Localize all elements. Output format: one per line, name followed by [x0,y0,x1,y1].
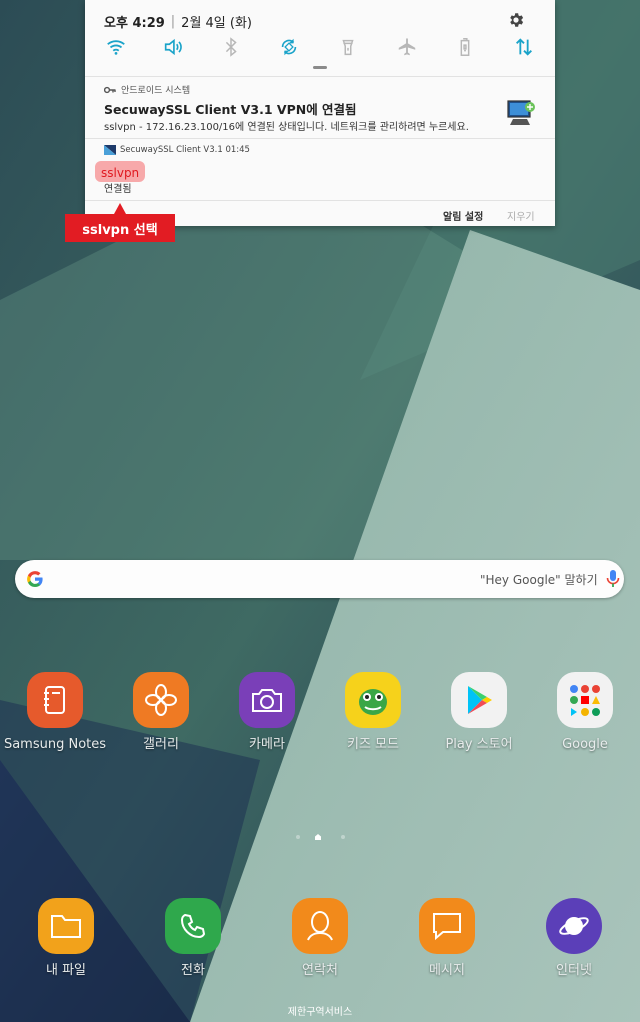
app-label: 메시지 [429,963,465,978]
app-play-store[interactable]: Play 스토어 [424,672,534,753]
app-google-folder[interactable]: Google [530,672,640,753]
phone-icon [165,898,221,954]
instruction-callout: sslvpn 선택 [65,214,175,242]
quick-panel: 오후 4:29 | 2월 4일 (화) [85,0,555,77]
app-label: Play 스토어 [445,737,513,752]
page-indicator [0,833,640,841]
mic-icon[interactable] [606,569,620,589]
app-gallery[interactable]: 갤러리 [106,672,216,753]
app-label: 인터넷 [556,963,592,978]
vpn-system-notification[interactable]: 안드로이드 시스템 SecuwaySSL Client V3.1 VPN에 연결… [85,77,555,139]
internet-planet-icon [546,898,602,954]
notification-shade: 오후 4:29 | 2월 4일 (화) 안드로이드 시스템 SecuwaySSL… [85,0,555,226]
home-page-icon[interactable] [315,834,321,840]
clock: 오후 4:29 [104,16,165,31]
wifi-icon[interactable] [105,36,127,58]
app-label: 전화 [181,963,205,978]
sslvpn-highlight[interactable]: sslvpn [95,161,146,182]
play-store-icon [451,672,507,728]
app-label: Google [562,737,608,752]
app-label: 내 파일 [45,963,86,978]
notification-app-name: SecuwaySSL Client V3.1 01:45 [120,145,250,155]
divider: | [170,14,176,29]
notification-title[interactable]: sslvpn [101,166,139,180]
status-row: 오후 4:29 | 2월 4일 (화) [104,12,252,31]
gallery-flower-icon [133,672,189,728]
key-icon [104,86,116,93]
date: 2월 4일 (화) [181,16,253,31]
dock-messages[interactable]: 메시지 [392,898,502,979]
notes-icon [27,672,83,728]
notification-app-name: 안드로이드 시스템 [121,86,191,96]
page-dot[interactable] [296,835,300,839]
callout-arrow [114,203,126,214]
message-bubble-icon [419,898,475,954]
vpn-computer-icon [507,100,535,125]
google-folder-icon [557,672,613,728]
google-search-bar[interactable]: "Hey Google" 말하기 [15,560,624,598]
dock-phone[interactable]: 전화 [138,898,248,979]
app-label: 갤러리 [143,737,179,752]
google-g-icon [27,571,43,587]
app-label: 키즈 모드 [347,737,399,752]
app-label: 카메라 [249,737,285,752]
restricted-area-service-label: 제한구역서비스 [287,1007,353,1018]
settings-gear-icon[interactable] [507,11,525,29]
app-label: 연락처 [302,963,338,978]
sslvpn-notification[interactable]: SecuwaySSL Client V3.1 01:45 sslvpn 연결됨 [85,139,555,199]
app-samsung-notes[interactable]: Samsung Notes [0,672,110,753]
dock-contacts[interactable]: 연락처 [265,898,375,979]
folder-icon [38,898,94,954]
dock-internet[interactable]: 인터넷 [519,898,629,979]
shade-drag-handle[interactable] [313,66,327,69]
app-label: Samsung Notes [3,737,107,752]
notification-body: 연결됨 [104,184,132,195]
quick-settings-row [85,36,555,62]
kids-dino-icon [345,672,401,728]
notification-header: SecuwaySSL Client V3.1 01:45 [104,145,250,155]
bluetooth-icon[interactable] [220,36,242,58]
page-dot[interactable] [341,835,345,839]
app-kids-mode[interactable]: 키즈 모드 [318,672,428,753]
contact-person-icon [292,898,348,954]
camera-icon [239,672,295,728]
dock-my-files[interactable]: 내 파일 [11,898,121,979]
auto-rotate-icon[interactable] [278,36,300,58]
sound-icon[interactable] [162,36,184,58]
notification-title: SecuwaySSL Client V3.1 VPN에 연결됨 [104,102,357,117]
app-camera[interactable]: 카메라 [212,672,322,753]
search-hint: "Hey Google" 말하기 [480,573,598,587]
notification-body: sslvpn - 172.16.23.100/16에 연결된 상태입니다. 네트… [104,122,469,133]
notification-header: 안드로이드 시스템 [104,83,190,96]
mobile-data-icon[interactable] [513,36,535,58]
power-saving-icon[interactable] [454,36,476,58]
clear-button[interactable]: 지우기 [507,208,535,223]
airplane-icon[interactable] [396,36,418,58]
notification-settings-button[interactable]: 알림 설정 [443,208,483,223]
secuway-app-icon [104,145,116,155]
flashlight-icon[interactable] [337,36,359,58]
